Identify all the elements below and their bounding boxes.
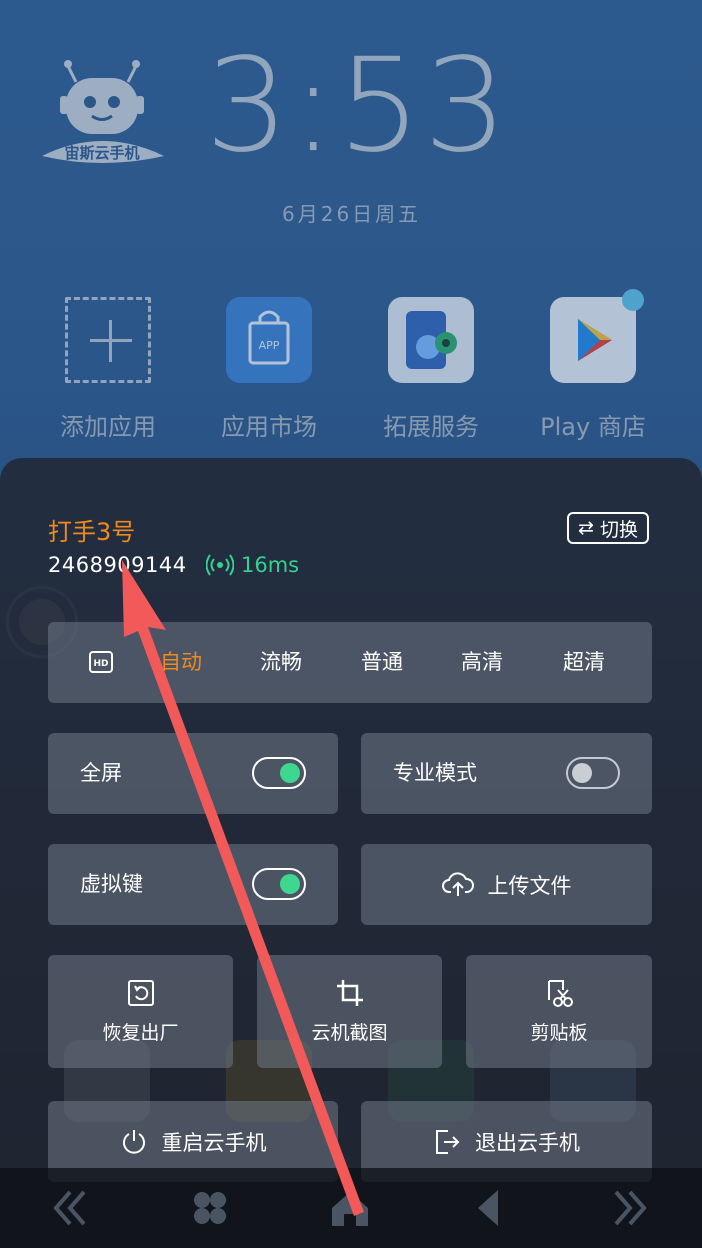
svg-text:HD: HD	[93, 659, 108, 669]
app-label: 添加应用	[60, 413, 156, 441]
app-add[interactable]: 添加应用	[38, 297, 178, 442]
quality-option-smooth[interactable]: 流畅	[260, 622, 302, 703]
exit-label: 退出云手机	[475, 1130, 580, 1155]
exit-icon	[436, 1129, 460, 1154]
device-name: 打手3号	[48, 518, 136, 546]
crop-icon	[336, 980, 363, 1006]
virtual-keys-toggle[interactable]	[252, 868, 306, 900]
svg-text:宙斯云手机: 宙斯云手机	[64, 144, 139, 162]
back-icon[interactable]	[468, 1186, 512, 1230]
fullscreen-toggle[interactable]	[252, 757, 306, 789]
pro-mode-label: 专业模式	[393, 761, 477, 785]
factory-reset-button[interactable]: 恢复出厂	[48, 955, 233, 1068]
reset-icon	[127, 980, 154, 1006]
signal-icon	[206, 554, 234, 576]
update-badge-icon	[622, 289, 644, 311]
virtual-keys-setting: 虚拟键	[48, 844, 338, 925]
quality-selector: HD 自动 流畅 普通 高清 超清	[48, 622, 652, 703]
navigation-bar	[0, 1168, 702, 1248]
power-icon	[122, 1129, 145, 1154]
home-icon[interactable]	[328, 1186, 372, 1230]
virtual-keys-label: 虚拟键	[80, 872, 143, 896]
latency-indicator: 16ms	[206, 553, 299, 577]
reboot-label: 重启云手机	[161, 1130, 267, 1155]
pro-mode-setting: 专业模式	[361, 733, 652, 814]
device-id: 2468909144	[48, 553, 187, 577]
clock: 3:53	[205, 30, 510, 182]
svg-text:APP: APP	[259, 339, 280, 352]
double-chevron-left-icon[interactable]	[48, 1186, 92, 1230]
scissors-icon	[548, 980, 573, 1007]
extension-service-icon	[388, 297, 474, 383]
cloud-screenshot-label: 云机截图	[311, 1022, 388, 1044]
upload-file-button[interactable]: 上传文件	[361, 844, 652, 925]
app-extension-service[interactable]: 拓展服务	[361, 297, 501, 442]
cloud-upload-icon	[441, 871, 474, 896]
factory-reset-label: 恢复出厂	[102, 1022, 179, 1044]
quality-option-normal[interactable]: 普通	[361, 622, 403, 703]
app-market-icon: APP	[226, 297, 312, 383]
quality-option-ultra[interactable]: 超清	[563, 622, 605, 703]
fullscreen-setting: 全屏	[48, 733, 338, 814]
switch-label: 切换	[599, 518, 638, 541]
quality-option-high[interactable]: 高清	[461, 622, 503, 703]
latency-value: 16ms	[241, 553, 300, 577]
quality-option-auto[interactable]: 自动	[160, 622, 202, 703]
switch-device-button[interactable]: ⇄ 切换	[567, 512, 649, 544]
app-label: 拓展服务	[383, 413, 479, 441]
zeus-logo-icon: 宙斯云手机	[42, 60, 164, 163]
fullscreen-label: 全屏	[80, 761, 122, 785]
pro-mode-toggle[interactable]	[566, 757, 620, 789]
add-app-icon	[65, 297, 151, 383]
hd-icon: HD	[89, 651, 113, 673]
date: 6月26日周五	[282, 202, 422, 226]
clipboard-button[interactable]: 剪贴板	[466, 955, 652, 1068]
app-market[interactable]: APP 应用市场	[199, 297, 339, 442]
double-chevron-right-icon[interactable]	[608, 1186, 652, 1230]
swap-arrows-icon: ⇄	[578, 517, 594, 539]
cloud-screenshot-button[interactable]: 云机截图	[257, 955, 442, 1068]
app-play-store[interactable]: Play 商店	[523, 289, 663, 442]
play-store-icon	[550, 289, 644, 383]
app-label: Play 商店	[540, 413, 646, 441]
clipboard-label: 剪贴板	[530, 1022, 588, 1044]
app-label: 应用市场	[221, 413, 317, 441]
apps-grid-icon[interactable]	[188, 1186, 232, 1230]
upload-file-label: 上传文件	[487, 873, 572, 898]
